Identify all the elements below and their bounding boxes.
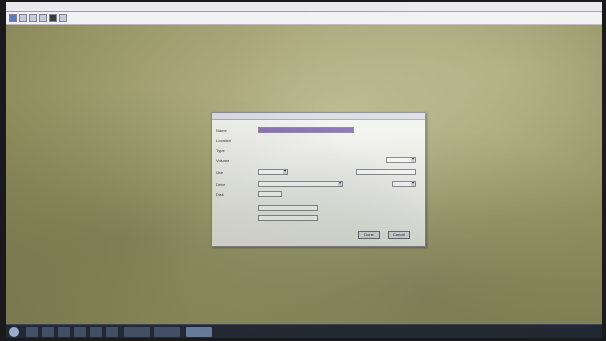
cancel-button[interactable]: Cancel (388, 231, 410, 239)
path-field-1[interactable] (258, 205, 318, 211)
field-row: Disk (216, 191, 421, 198)
field-label: Volume (216, 158, 230, 163)
toolbar (6, 12, 602, 25)
browser-icon[interactable] (42, 327, 54, 337)
disk-field[interactable] (258, 191, 282, 197)
field-label: Disk (216, 192, 224, 197)
menu-icon[interactable] (49, 14, 57, 22)
field-row: Volume (216, 157, 421, 164)
back-icon[interactable] (9, 14, 17, 22)
name-field[interactable] (258, 127, 354, 133)
drive-select[interactable] (258, 181, 343, 187)
folder-icon[interactable] (58, 327, 70, 337)
field-label: Location (216, 138, 232, 143)
forward-icon[interactable] (19, 14, 27, 22)
picture-icon[interactable] (154, 327, 180, 337)
field-row: Name (216, 127, 421, 134)
field-label: Use (216, 170, 224, 175)
properties-dialog: Name Location Type Volume Use Drive (211, 112, 426, 247)
use-select[interactable] (258, 169, 288, 175)
field-row: Location (216, 137, 421, 144)
refresh-icon[interactable] (59, 14, 67, 22)
up-icon[interactable] (29, 14, 37, 22)
ok-button[interactable]: Done (358, 231, 380, 239)
monitor-screen: Name Location Type Volume Use Drive (6, 2, 602, 338)
field-row (216, 215, 421, 222)
view-icon[interactable] (39, 14, 47, 22)
volume-select[interactable] (386, 157, 416, 163)
field-row: Drive (216, 181, 421, 188)
app-icon[interactable] (90, 327, 102, 337)
date-field[interactable] (356, 169, 416, 175)
settings-icon[interactable] (106, 327, 118, 337)
unit-select[interactable] (392, 181, 416, 187)
window-titlebar (6, 2, 602, 12)
taskbar (6, 324, 602, 338)
field-row (216, 205, 421, 212)
terminal-icon[interactable] (124, 327, 150, 337)
dialog-titlebar (212, 113, 425, 120)
field-row: Type (216, 147, 421, 154)
path-field-2[interactable] (258, 215, 318, 221)
windows-start-icon[interactable] (9, 327, 19, 337)
explorer-icon[interactable] (26, 327, 38, 337)
field-row: Use (216, 169, 421, 176)
mail-icon[interactable] (74, 327, 86, 337)
dialog-taskbar-button[interactable] (186, 327, 212, 337)
field-label: Type (216, 148, 225, 153)
field-label: Drive (216, 182, 226, 187)
field-label: Name (216, 128, 227, 133)
